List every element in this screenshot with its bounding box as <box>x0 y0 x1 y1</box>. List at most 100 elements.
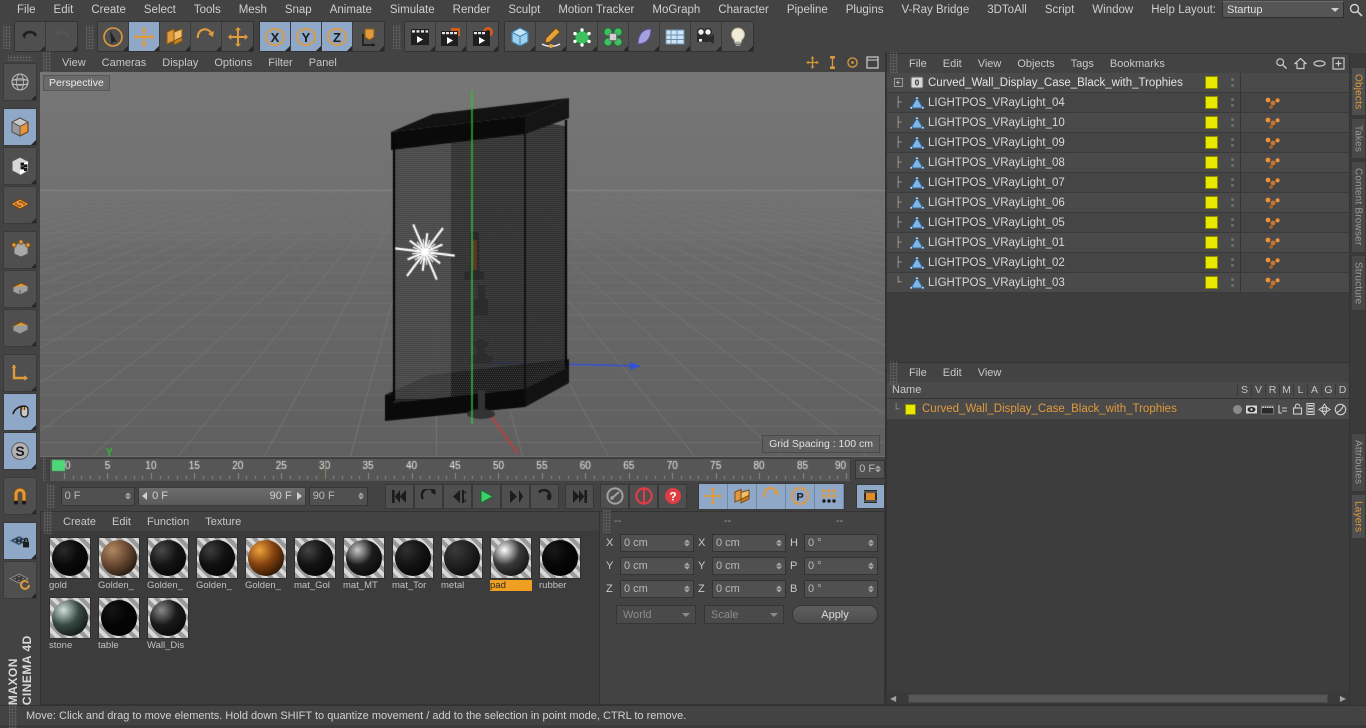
material-swatch[interactable] <box>196 537 238 579</box>
material-item[interactable]: Golden_ <box>98 537 140 591</box>
timeline-end-field[interactable]: 0 F <box>855 460 885 479</box>
deformers-icon[interactable] <box>1334 403 1347 416</box>
toolbar-button-nurbs[interactable] <box>567 22 598 51</box>
coordinate-system-dropdown[interactable]: World <box>616 605 696 624</box>
object-row[interactable]: ├ LIGHTPOS_VRayLight_01 <box>887 233 1349 253</box>
spinner-icon[interactable] <box>868 586 874 593</box>
menu-sculpt[interactable]: Sculpt <box>499 0 549 20</box>
object-row[interactable]: ├ LIGHTPOS_VRayLight_05 <box>887 213 1349 233</box>
toolbar-button-redo[interactable] <box>46 22 77 51</box>
layer-tag[interactable] <box>1205 256 1218 269</box>
animbar-grip[interactable] <box>47 484 55 508</box>
toolbar-button-undo[interactable] <box>15 22 46 51</box>
right-tab-layers[interactable]: Layers <box>1351 494 1366 539</box>
right-tab-objects[interactable]: Objects <box>1351 67 1366 116</box>
toolbar-button-render-view[interactable] <box>405 22 436 51</box>
timeline-track[interactable] <box>49 458 851 480</box>
layer-tag[interactable] <box>1205 76 1218 89</box>
object-menu-edit[interactable]: Edit <box>935 58 970 70</box>
material-swatch[interactable] <box>245 537 287 579</box>
left-tool-planar-workplane[interactable] <box>3 561 37 599</box>
rot-h-field[interactable]: 0 ° <box>804 534 878 552</box>
lock-icon[interactable] <box>1292 403 1303 415</box>
material-swatch[interactable] <box>294 537 336 579</box>
apply-button[interactable]: Apply <box>792 605 878 624</box>
object-menu-file[interactable]: File <box>901 58 935 70</box>
fit-icon[interactable] <box>1332 57 1345 70</box>
menu-plugins[interactable]: Plugins <box>837 0 893 20</box>
object-tree-control[interactable]: ├ <box>887 197 909 208</box>
vray-light-tag-icon[interactable] <box>1265 97 1281 109</box>
menu-snap[interactable]: Snap <box>276 0 321 20</box>
right-tab-attributes[interactable]: Attributes <box>1351 433 1366 491</box>
pos-y-field[interactable]: 0 cm <box>620 557 694 575</box>
object-row[interactable]: ├ LIGHTPOS_VRayLight_06 <box>887 193 1349 213</box>
layout-dropdown[interactable]: Startup <box>1222 1 1344 18</box>
object-tree-control[interactable]: + <box>887 78 909 87</box>
toolbar-button-mograph[interactable] <box>598 22 629 51</box>
playback-go-to-start[interactable] <box>385 484 414 509</box>
pos-z-field[interactable]: 0 cm <box>620 580 694 598</box>
layers-menu-edit[interactable]: Edit <box>935 367 970 379</box>
ellipse-icon[interactable] <box>1313 59 1326 68</box>
render-icon[interactable] <box>1261 404 1274 415</box>
menu-window[interactable]: Window <box>1083 0 1142 20</box>
object-tree-control[interactable]: └ <box>887 277 909 288</box>
layer-tag[interactable] <box>1205 156 1218 169</box>
toolbar-button-y-axis[interactable]: Y <box>291 22 322 51</box>
menu-select[interactable]: Select <box>135 0 185 20</box>
vray-light-tag-icon[interactable] <box>1265 277 1281 289</box>
toolbar-button-x-axis[interactable]: X <box>260 22 291 51</box>
menu-character[interactable]: Character <box>709 0 778 20</box>
toolbar-button-move-axis[interactable] <box>222 22 253 51</box>
object-manager-grip[interactable] <box>890 52 898 76</box>
generators-icon[interactable] <box>1318 403 1331 416</box>
playback-play[interactable] <box>472 484 501 509</box>
left-tool-magnet[interactable] <box>3 477 37 515</box>
right-tab-content-browser[interactable]: Content Browser <box>1351 161 1366 252</box>
timeline-toggle-button[interactable] <box>856 484 885 509</box>
menu-render[interactable]: Render <box>444 0 500 20</box>
spinner-icon[interactable] <box>125 493 131 500</box>
material-item[interactable]: Golden_ <box>245 537 287 591</box>
menu-pipeline[interactable]: Pipeline <box>778 0 837 20</box>
playback-autokeying[interactable] <box>629 484 658 509</box>
vray-light-tag-icon[interactable] <box>1265 217 1281 229</box>
move-view-icon[interactable] <box>806 56 819 69</box>
layer-tag[interactable] <box>1205 196 1218 209</box>
menu-edit[interactable]: Edit <box>45 0 83 20</box>
object-list[interactable]: + 0 Curved_Wall_Display_Case_Black_with_… <box>887 73 1349 362</box>
playback-previous-frame[interactable] <box>443 484 472 509</box>
object-tree-control[interactable]: ├ <box>887 97 909 108</box>
toolbar-button-scale[interactable] <box>160 22 191 51</box>
size-mode-dropdown[interactable]: Scale <box>704 605 784 624</box>
record-toggle-scale-key[interactable] <box>728 484 757 509</box>
left-tool-snap-s[interactable]: S <box>3 432 37 470</box>
material-menu-texture[interactable]: Texture <box>197 516 249 528</box>
playback-next-frame[interactable] <box>501 484 530 509</box>
playback-go-to-end[interactable] <box>565 484 594 509</box>
object-row[interactable]: ├ LIGHTPOS_VRayLight_10 <box>887 113 1349 133</box>
playback-record-key[interactable] <box>600 484 629 509</box>
material-item[interactable]: gold <box>49 537 91 591</box>
current-frame-field[interactable]: 0 F <box>61 487 136 506</box>
object-row[interactable]: └ LIGHTPOS_VRayLight_03 <box>887 273 1349 293</box>
object-tree-control[interactable]: ├ <box>887 257 909 268</box>
material-item[interactable]: rubber <box>539 537 581 591</box>
vray-light-tag-icon[interactable] <box>1265 257 1281 269</box>
material-swatch[interactable] <box>98 537 140 579</box>
material-swatch[interactable] <box>392 537 434 579</box>
material-menu-grip[interactable] <box>44 510 52 534</box>
material-swatch[interactable] <box>343 537 385 579</box>
object-tree-control[interactable]: ├ <box>887 157 909 168</box>
rotate-view-icon[interactable] <box>846 56 859 69</box>
left-tool-workplane-mode[interactable] <box>3 186 37 224</box>
object-row[interactable]: ├ LIGHTPOS_VRayLight_07 <box>887 173 1349 193</box>
right-tab-takes[interactable]: Takes <box>1351 118 1366 159</box>
left-tool-edges-mode[interactable] <box>3 270 37 308</box>
material-swatch[interactable] <box>539 537 581 579</box>
spinner-icon[interactable] <box>868 563 874 570</box>
rot-b-field[interactable]: 0 ° <box>804 580 878 598</box>
material-item[interactable]: Golden_ <box>196 537 238 591</box>
left-toolbar-grip[interactable] <box>8 55 32 61</box>
